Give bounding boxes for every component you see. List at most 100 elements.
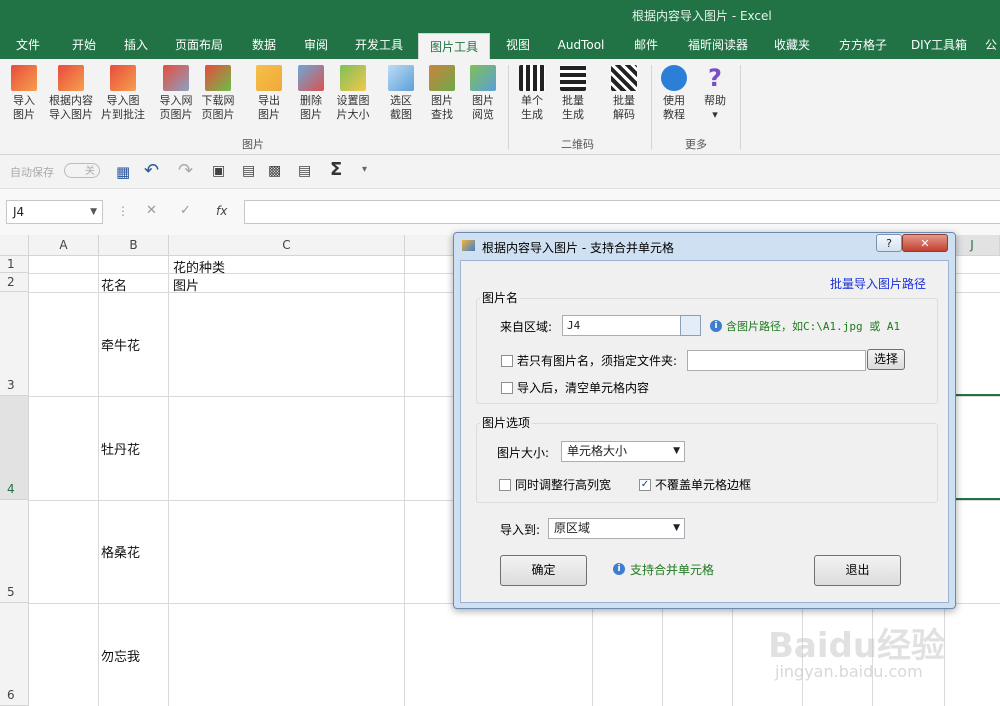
row-header-6[interactable]: 6 (0, 603, 29, 706)
qr-single-button[interactable]: 单个 生成 (514, 63, 550, 122)
set-picture-size-button[interactable]: 设置图 片大小 (333, 63, 373, 122)
download-web-picture-button[interactable]: 下载网 页图片 (200, 63, 236, 122)
exit-button[interactable]: 退出 (814, 555, 901, 586)
source-range-input[interactable]: J4 (562, 315, 681, 336)
picture-resize-icon (340, 65, 366, 91)
export-picture-button[interactable]: 导出 图片 (251, 63, 287, 122)
cell-b6: 勿忘我 (101, 650, 141, 665)
gridline (404, 256, 405, 706)
tab-page-layout[interactable]: 页面布局 (168, 32, 230, 59)
picture-find-button[interactable]: 图片 查找 (424, 63, 460, 122)
cell-c1: 花的种类 (173, 261, 226, 276)
undo-icon[interactable]: ↶ (144, 160, 159, 181)
range-picker-icon[interactable] (680, 315, 701, 336)
autosave-toggle[interactable]: 关 (64, 163, 100, 178)
area-screenshot-button[interactable]: 选区 截图 (383, 63, 419, 122)
clear-cells-checkbox[interactable] (501, 382, 513, 394)
tab-diy-toolbox[interactable]: DIY工具箱 (906, 32, 972, 59)
batch-import-link[interactable]: 批量导入图片路径 (830, 275, 926, 292)
btn-label: 批量 (562, 94, 584, 107)
tab-insert[interactable]: 插入 (116, 32, 156, 59)
picture-browse-button[interactable]: 图片 阅览 (465, 63, 501, 122)
group-label-more: 更多 (685, 138, 707, 151)
btn-label: 选区 (390, 94, 412, 107)
btn-label: 图片 (13, 108, 35, 121)
only-name-checkbox[interactable] (501, 355, 513, 367)
print-preview-icon[interactable]: ▤ (242, 163, 255, 179)
btn-label: 导入图 (106, 94, 140, 107)
tab-favorites[interactable]: 收藏夹 (766, 32, 818, 59)
import-web-picture-button[interactable]: 导入网 页图片 (158, 63, 194, 122)
close-icon[interactable]: ✕ (902, 234, 948, 252)
qr-code-icon (519, 65, 545, 91)
delete-picture-button[interactable]: 删除 图片 (293, 63, 329, 122)
btn-label: 片到批注 (101, 108, 145, 121)
btn-label: 图片 (300, 108, 322, 121)
row-header-1[interactable]: 1 (0, 256, 29, 273)
tab-data[interactable]: 数据 (244, 32, 284, 59)
cell-b5: 格桑花 (101, 546, 141, 561)
import-to-comment-button[interactable]: 导入图 片到批注 (100, 63, 146, 122)
col-header-c[interactable]: C (169, 235, 405, 256)
tab-review[interactable]: 审阅 (296, 32, 336, 59)
qr-decode-button[interactable]: 批量 解码 (606, 63, 642, 122)
print-icon[interactable]: ▩ (268, 163, 281, 179)
question-icon: ? (708, 64, 722, 92)
col-header-a[interactable]: A (29, 235, 99, 256)
qr-batch-button[interactable]: 批量 生成 (555, 63, 591, 122)
row-header-5[interactable]: 5 (0, 500, 29, 603)
tab-developer[interactable]: 开发工具 (348, 32, 410, 59)
help-icon[interactable]: ? (876, 234, 902, 252)
row-header-2[interactable]: 2 (0, 273, 29, 292)
name-box[interactable]: J4 ▼ (6, 200, 103, 224)
tab-foxit[interactable]: 福昕阅读器 (680, 32, 756, 59)
cancel-icon[interactable]: ✕ (146, 203, 157, 218)
import-picture-dialog: 根据内容导入图片 - 支持合并单元格 ? ✕ 批量导入图片路径 图片名 来自区域… (453, 232, 956, 609)
import-by-content-button[interactable]: 根据内容 导入图片 (46, 63, 96, 122)
ribbon-tabs: 文件 开始 插入 页面布局 数据 审阅 开发工具 图片工具 视图 AudTool… (0, 32, 1000, 60)
chevron-down-icon[interactable]: ▼ (90, 201, 97, 223)
play-icon (661, 65, 687, 91)
col-header-b[interactable]: B (99, 235, 169, 256)
keep-border-checkbox[interactable]: ✓ (639, 479, 651, 491)
btn-label: 删除 (300, 94, 322, 107)
customize-qat-icon[interactable]: ▾ (362, 164, 367, 175)
formula-input[interactable] (244, 200, 1000, 224)
import-to-select[interactable]: 原区域 ▼ (548, 518, 685, 539)
folder-input[interactable] (687, 350, 866, 371)
camera-icon[interactable]: ▣ (212, 163, 225, 179)
tab-picture-tools[interactable]: 图片工具 (418, 33, 490, 60)
chevron-down-icon: ▼ (673, 523, 680, 533)
help-button[interactable]: ? 帮助 ▾ (697, 63, 733, 122)
picture-size-select[interactable]: 单元格大小 ▼ (561, 441, 685, 462)
tutorial-button[interactable]: 使用 教程 (656, 63, 692, 122)
form-icon[interactable]: ▤ (298, 163, 311, 179)
tab-view[interactable]: 视图 (498, 32, 538, 59)
chevron-down-icon: ▼ (673, 446, 680, 456)
select-all-corner[interactable] (0, 235, 29, 256)
btn-label: 查找 (431, 108, 453, 121)
save-icon[interactable]: ▦ (116, 163, 130, 181)
group-label: 图片名 (480, 289, 521, 306)
btn-label: 页图片 (159, 108, 193, 121)
import-picture-button[interactable]: 导入 图片 (6, 63, 42, 122)
sum-icon[interactable]: Σ (330, 159, 342, 180)
tab-mail[interactable]: 邮件 (626, 32, 666, 59)
row-header-3[interactable]: 3 (0, 292, 29, 396)
function-icon[interactable]: fx (216, 204, 227, 218)
tab-audtool[interactable]: AudTool (550, 32, 612, 59)
quick-access-toolbar: 自动保存 关 ▦ ↶ ↷ ▣ ▤ ▩ ▤ Σ ▾ (0, 155, 1000, 189)
tab-home[interactable]: 开始 (64, 32, 104, 59)
tab-more[interactable]: 公 (982, 32, 1000, 59)
adjust-size-checkbox[interactable] (499, 479, 511, 491)
group-separator (508, 65, 509, 150)
ok-button[interactable]: 确定 (500, 555, 587, 586)
tab-file[interactable]: 文件 (8, 32, 48, 59)
enter-icon[interactable]: ✓ (180, 203, 191, 218)
row-header-4[interactable]: 4 (0, 396, 29, 500)
choose-folder-button[interactable]: 选择 (867, 349, 905, 370)
group-separator (651, 65, 652, 150)
tab-fangfang[interactable]: 方方格子 (832, 32, 894, 59)
redo-icon[interactable]: ↷ (178, 160, 193, 181)
name-box-value: J4 (13, 205, 25, 219)
